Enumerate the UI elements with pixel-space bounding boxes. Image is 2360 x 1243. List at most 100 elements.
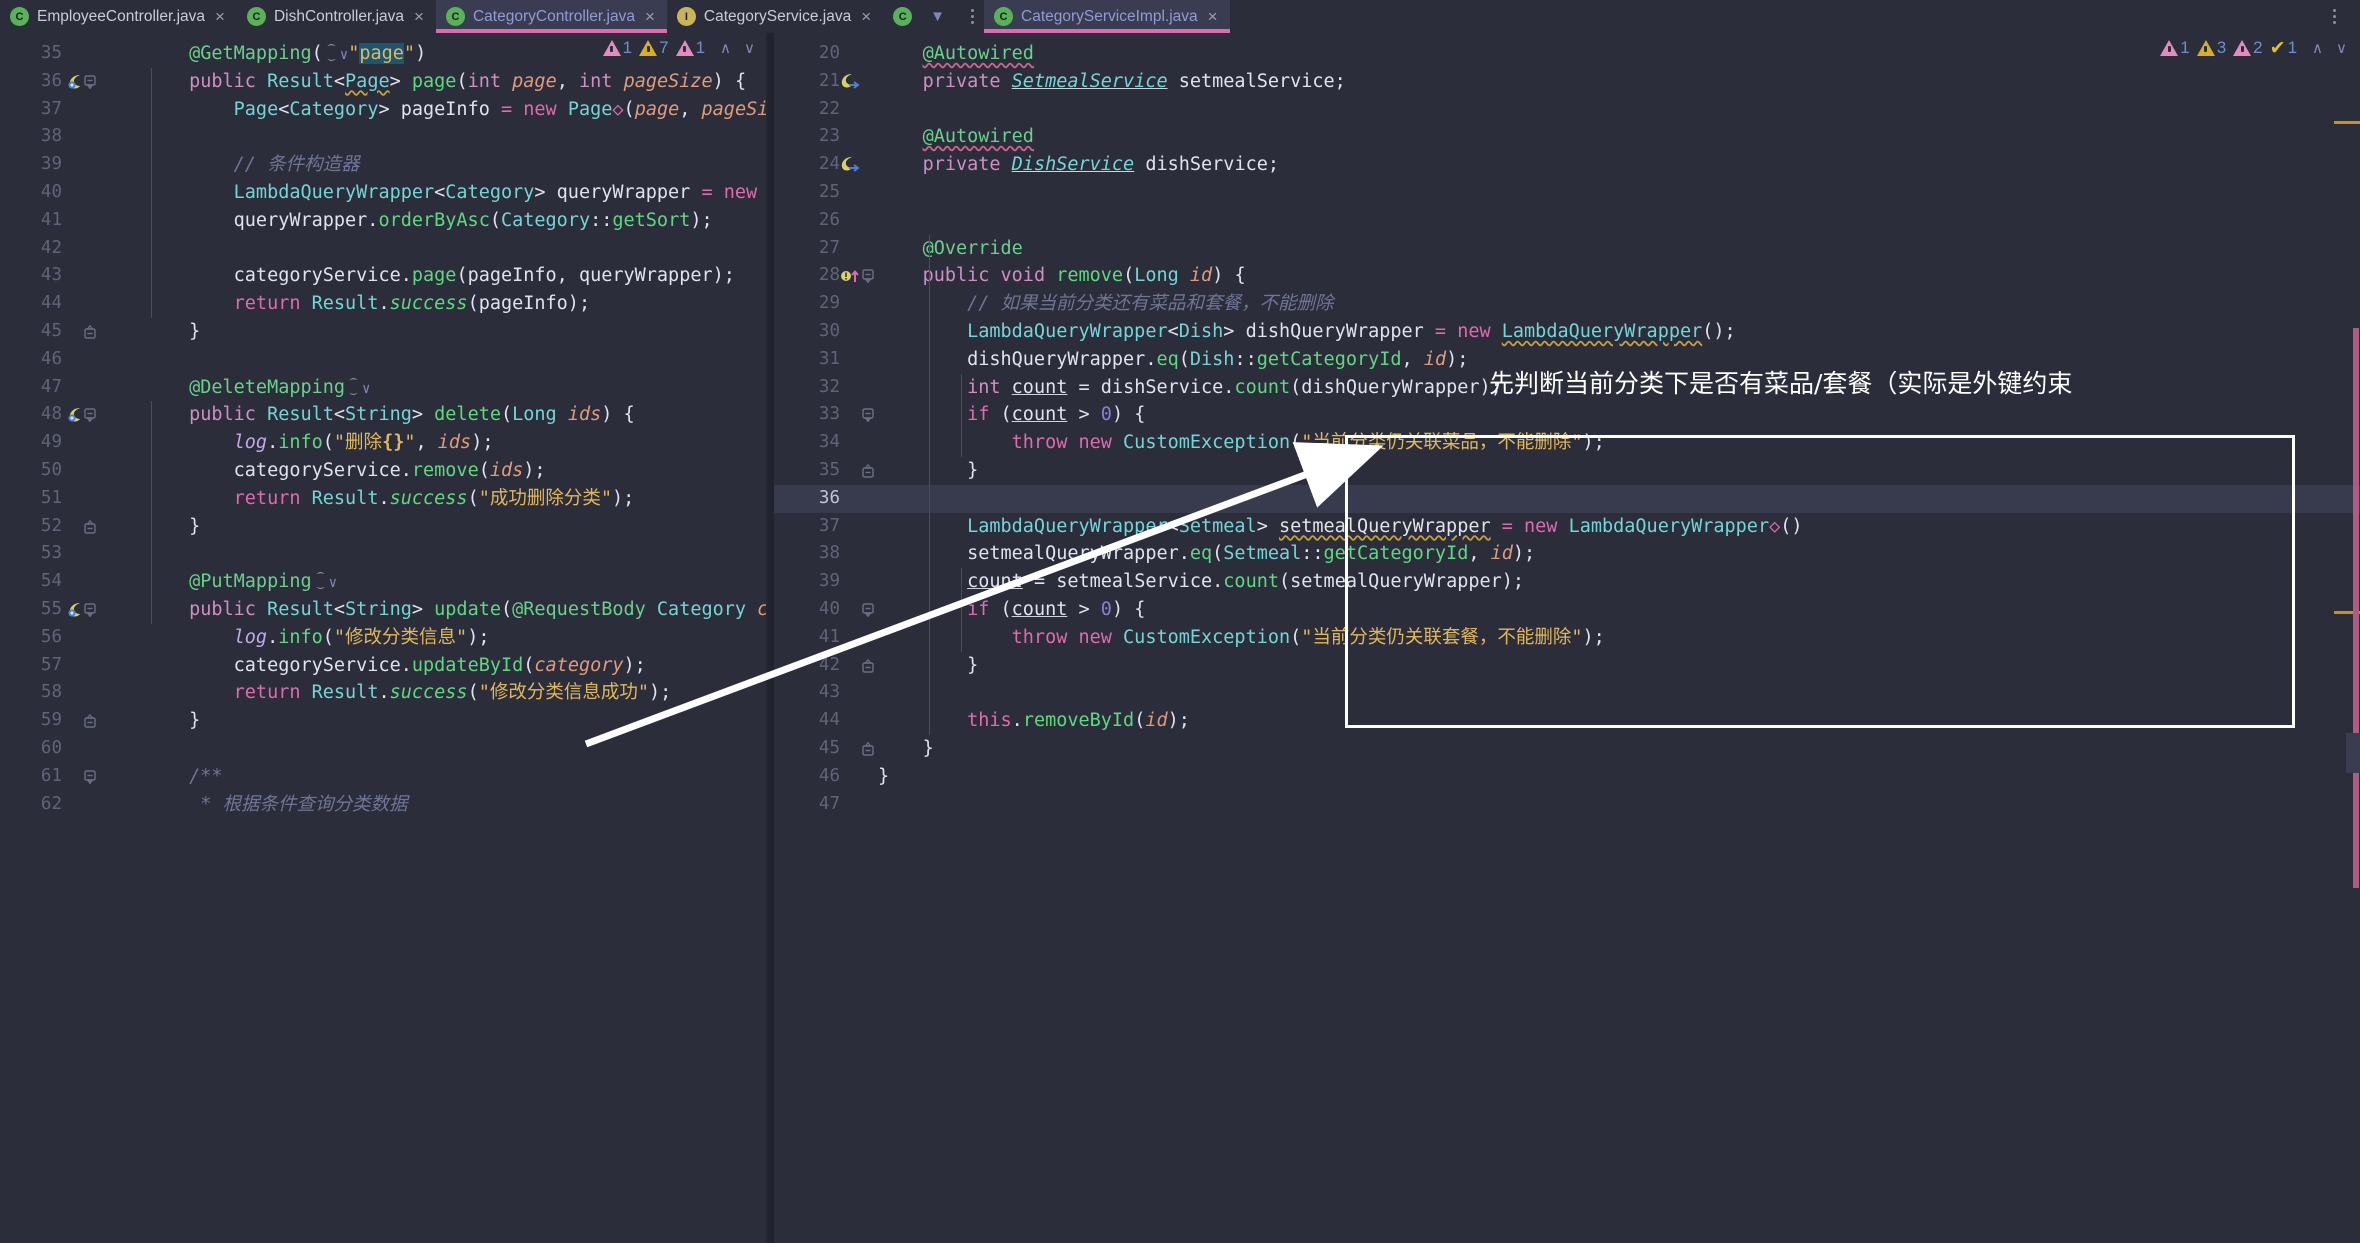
chevron-down-icon[interactable]: ∨ — [362, 381, 370, 397]
code-line[interactable]: 28 public void remove(Long id) { — [774, 262, 2360, 290]
inspection-warning-triangle-yellow[interactable]: 3 — [2196, 38, 2226, 58]
editor-tab-categoryservice-java[interactable]: I CategoryService.java × — [667, 0, 883, 33]
code-line[interactable]: 52 } — [0, 513, 768, 541]
override-method-icon[interactable] — [840, 266, 859, 285]
chevron-down-icon[interactable]: ∨ — [329, 575, 337, 591]
chevron-down-icon[interactable]: ▼ — [920, 8, 955, 25]
chevron-down-icon[interactable]: ∨ — [340, 47, 348, 63]
inspection-check-mark-yellow[interactable]: ✔ 1 — [2270, 38, 2297, 58]
stripe-mark-warning[interactable] — [2334, 121, 2360, 124]
inspection-warning-triangle-pink[interactable]: 1 — [602, 38, 632, 58]
error-stripe-markbar[interactable] — [2334, 33, 2360, 1243]
fold-region-end-icon[interactable] — [861, 741, 876, 757]
fold-region-end-icon[interactable] — [83, 519, 98, 535]
right-inspection-widget[interactable]: 1 3 2 ✔ 1 ∧ ∨ — [2160, 33, 2352, 63]
code-line[interactable]: 60 — [0, 735, 768, 763]
close-icon[interactable]: × — [859, 8, 871, 25]
code-line[interactable]: 45 } — [0, 318, 768, 346]
code-line[interactable]: 43 — [774, 679, 2360, 707]
code-line[interactable]: 24 private DishService dishService; — [774, 151, 2360, 179]
code-line[interactable]: 37 LambdaQueryWrapper<Setmeal> setmealQu… — [774, 513, 2360, 541]
fold-region-end-icon[interactable] — [83, 324, 98, 340]
code-line[interactable]: 56 log.info("修改分类信息"); — [0, 624, 768, 652]
spring-bean-navigate-icon[interactable] — [840, 155, 860, 174]
code-line[interactable]: 46 — [0, 346, 768, 374]
editor-tab-categorycontroller-java[interactable]: C CategoryController.java × — [435, 0, 667, 33]
code-line[interactable]: 33 if (count > 0) { — [774, 401, 2360, 429]
code-line[interactable]: 34 throw new CustomException("当前分类仍关联菜品，… — [774, 429, 2360, 457]
code-line[interactable]: 44 return Result.success(pageInfo); — [0, 290, 768, 318]
code-line[interactable]: 50 categoryService.remove(ids); — [0, 457, 768, 485]
close-icon[interactable]: × — [412, 8, 424, 25]
code-line[interactable]: 55 public Result<String> update(@Request… — [0, 596, 768, 624]
code-line[interactable]: 27 @Override — [774, 235, 2360, 263]
fold-region-start-icon[interactable] — [83, 408, 98, 423]
code-line[interactable]: 36 public Result<Page> page(int page, in… — [0, 68, 768, 96]
editor-tab-employeecontroller-java[interactable]: C EmployeeController.java × — [0, 0, 237, 33]
code-line[interactable]: 23 @Autowired — [774, 123, 2360, 151]
code-line[interactable]: 37 Page<Category> pageInfo = new Page◇(p… — [0, 96, 768, 124]
code-line[interactable]: 20 @Autowired — [774, 40, 2360, 68]
code-line[interactable]: 62 * 根据条件查询分类数据 — [0, 791, 768, 819]
code-line[interactable]: 29 // 如果当前分类还有菜品和套餐，不能删除 — [774, 290, 2360, 318]
web-mapping-icon[interactable] — [342, 376, 365, 404]
code-line[interactable]: 47 @DeleteMapping ∨ — [0, 374, 768, 402]
code-line[interactable]: 42 — [0, 235, 768, 263]
code-line[interactable]: 53 — [0, 540, 768, 568]
code-line[interactable]: 48 public Result<String> delete(Long ids… — [0, 401, 768, 429]
code-line[interactable]: 21 private SetmealService setmealService… — [774, 68, 2360, 96]
code-line[interactable]: 40 if (count > 0) { — [774, 596, 2360, 624]
code-line[interactable]: 42 } — [774, 652, 2360, 680]
editor-pane-right[interactable]: 1 3 2 ✔ 1 ∧ ∨ 20 @Autowired 21 private Setmea… — [774, 33, 2360, 1243]
code-line[interactable]: 54 @PutMapping ∨ — [0, 568, 768, 596]
scrollbar-thumb[interactable] — [2346, 733, 2360, 773]
code-line[interactable]: 39 // 条件构造器 — [0, 151, 768, 179]
code-line[interactable]: 49 log.info("删除{}", ids); — [0, 429, 768, 457]
left-inspection-widget[interactable]: 1 7 1 ∧ ∨ — [602, 33, 760, 63]
code-line[interactable]: 45 } — [774, 735, 2360, 763]
right-code-area[interactable]: 20 @Autowired 21 private SetmealService s… — [774, 33, 2360, 1243]
code-line[interactable]: 36 — [774, 484, 2360, 513]
code-line[interactable]: 41 queryWrapper.orderByAsc(Category::get… — [0, 207, 768, 235]
web-mapping-icon[interactable] — [320, 42, 342, 70]
tab-overflow-icon-group[interactable]: C ▼ — [883, 0, 961, 33]
code-line[interactable]: 38 setmealQueryWrapper.eq(Setmeal::getCa… — [774, 540, 2360, 568]
code-line[interactable]: 26 — [774, 207, 2360, 235]
spring-bean-navigate-icon[interactable] — [840, 72, 860, 91]
inspection-warning-triangle-yellow[interactable]: 7 — [639, 38, 669, 58]
code-line[interactable]: 57 categoryService.updateById(category); — [0, 652, 768, 680]
editor-tab-dishcontroller-java[interactable]: C DishController.java × — [237, 0, 436, 33]
inspection-warning-triangle-pink[interactable]: 1 — [675, 38, 705, 58]
more-options-icon[interactable] — [961, 9, 984, 24]
code-line[interactable]: 41 throw new CustomException("当前分类仍关联套餐，… — [774, 624, 2360, 652]
stripe-changed-lines[interactable] — [2353, 328, 2359, 888]
code-line[interactable]: 46} — [774, 763, 2360, 791]
fold-region-start-icon[interactable] — [83, 603, 98, 618]
prev-problem-icon[interactable]: ∧ — [715, 39, 736, 57]
code-line[interactable]: 58 return Result.success("修改分类信息成功"); — [0, 679, 768, 707]
inspection-warning-triangle-pink[interactable]: 1 — [2160, 38, 2190, 58]
editor-tab-categoryserviceimpl-java[interactable]: C CategoryServiceImpl.java × — [984, 0, 1230, 33]
code-line[interactable]: 35 } — [774, 457, 2360, 485]
code-line[interactable]: 22 — [774, 96, 2360, 124]
code-line[interactable]: 44 this.removeById(id); — [774, 707, 2360, 735]
code-line[interactable]: 40 LambdaQueryWrapper<Category> queryWra… — [0, 179, 768, 207]
editor-pane-left[interactable]: 171 ∧ ∨ 35 @GetMapping(∨"page") 36 public… — [0, 33, 768, 1243]
close-icon[interactable]: × — [213, 8, 225, 25]
fold-region-start-icon[interactable] — [83, 770, 98, 785]
fold-region-start-icon[interactable] — [861, 603, 876, 618]
code-line[interactable]: 61 /** — [0, 763, 768, 791]
inspection-warning-triangle-pink[interactable]: 2 — [2233, 38, 2263, 58]
next-problem-icon[interactable]: ∨ — [739, 39, 760, 57]
fold-region-start-icon[interactable] — [861, 408, 876, 423]
editor-more-icon[interactable] — [2323, 9, 2346, 24]
code-line[interactable]: 30 LambdaQueryWrapper<Dish> dishQueryWra… — [774, 318, 2360, 346]
fold-region-end-icon[interactable] — [83, 714, 98, 729]
close-icon[interactable]: × — [643, 8, 655, 25]
code-line[interactable]: 51 return Result.success("成功删除分类"); — [0, 485, 768, 513]
left-code-area[interactable]: 35 @GetMapping(∨"page") 36 public Result<… — [0, 33, 768, 1243]
code-line[interactable]: 47 — [774, 791, 2360, 819]
fold-region-start-icon[interactable] — [861, 269, 876, 284]
next-problem-icon[interactable]: ∨ — [2331, 39, 2352, 57]
code-line[interactable]: 59 } — [0, 707, 768, 735]
